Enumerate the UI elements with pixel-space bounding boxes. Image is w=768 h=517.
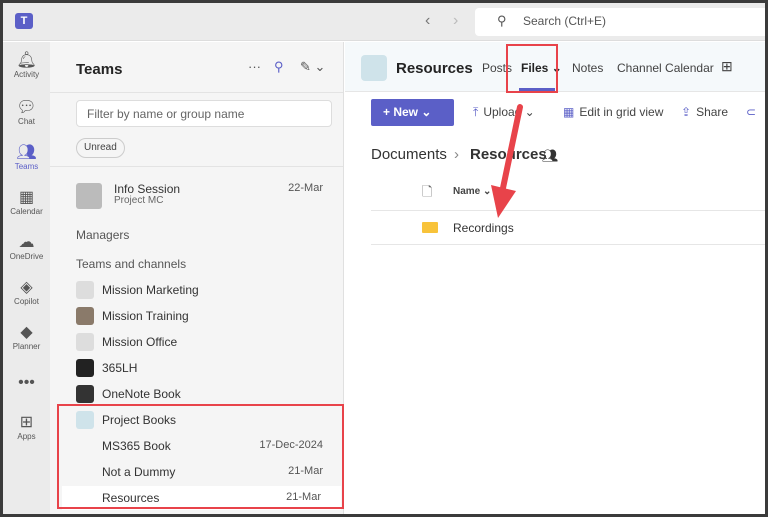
- annotation-arrow: [491, 104, 523, 218]
- teams-window: T ‹ › ⚲ Search (Ctrl+E) 🔔︎ Activity 💬︎ Chat 👥…: [3, 3, 765, 514]
